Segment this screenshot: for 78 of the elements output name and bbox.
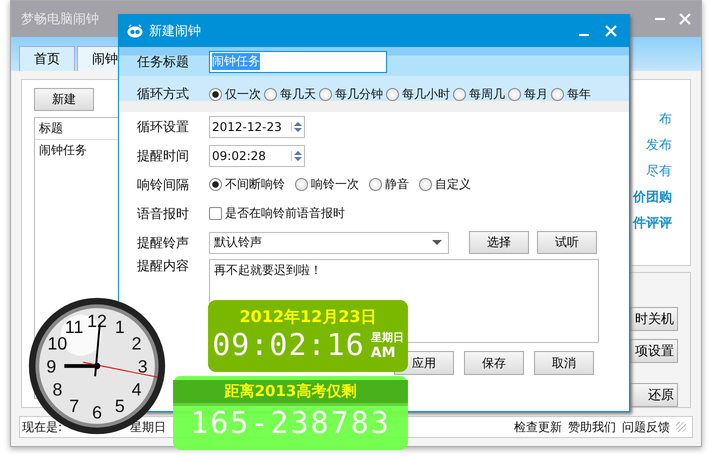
- radio-option[interactable]: 每年: [551, 86, 591, 102]
- clock-numeral: 9: [46, 356, 56, 377]
- radio-option[interactable]: 每几分钟: [319, 86, 383, 102]
- clock-numeral: 3: [138, 356, 148, 377]
- link[interactable]: 件评评: [633, 214, 672, 232]
- status-link[interactable]: 问题反馈: [622, 418, 670, 436]
- field-label: 提醒铃声: [137, 234, 190, 252]
- field-label: 任务标题: [137, 54, 190, 70]
- field-label: 语音报时: [137, 206, 190, 222]
- selected-text: 闹钟任务: [212, 53, 260, 70]
- dialog-button[interactable]: 取消: [534, 351, 594, 375]
- radio-icon[interactable]: [453, 88, 466, 100]
- clock-numeral: 6: [92, 402, 102, 422]
- ringtone-button[interactable]: 试听: [537, 231, 597, 254]
- field-label: 提醒内容: [137, 258, 190, 275]
- spin-arrows-icon[interactable]: [291, 150, 304, 160]
- radio-icon[interactable]: [419, 178, 432, 191]
- radio-option[interactable]: 静音: [369, 176, 409, 193]
- radio-option[interactable]: 每几小时: [386, 86, 450, 102]
- countdown-value: 165-238783: [190, 406, 391, 441]
- clock-numeral: 4: [132, 379, 142, 400]
- widget-date: 2012年12月23日: [239, 307, 377, 328]
- countdown-title: 距离2013高考仅剩: [173, 380, 408, 406]
- window-title: 梦畅电脑闹钟: [21, 11, 100, 28]
- dialog-title: 新建闹钟: [149, 23, 201, 40]
- radio-icon[interactable]: [295, 178, 308, 191]
- tool-button[interactable]: 时关机: [630, 307, 678, 331]
- link[interactable]: 尽有: [646, 162, 672, 180]
- link[interactable]: 发布: [646, 136, 672, 154]
- time-spinner[interactable]: 09:02:28: [209, 144, 305, 166]
- status-date: 现在是:: [22, 418, 62, 436]
- spin-arrows-icon[interactable]: [291, 122, 304, 132]
- radio-icon[interactable]: [508, 88, 521, 100]
- owl-icon: [127, 24, 143, 38]
- clock-numeral: 7: [69, 396, 80, 416]
- widget-weekday: 星期日: [370, 330, 404, 345]
- dialog-button[interactable]: 保存: [464, 351, 524, 375]
- date-spinner[interactable]: 2012-12-23: [209, 116, 305, 138]
- field-label: 循环设置: [137, 118, 190, 136]
- tool-button[interactable]: 项设置: [630, 339, 678, 363]
- clock-numeral: 5: [114, 396, 125, 416]
- radio-option[interactable]: 自定义: [419, 176, 471, 193]
- radio-icon[interactable]: [319, 88, 332, 100]
- tab[interactable]: 首页: [19, 46, 75, 71]
- close-icon[interactable]: [605, 25, 617, 37]
- clock-numeral: 2: [132, 334, 142, 354]
- field-label: 响铃间隔: [137, 176, 190, 194]
- field-label: 循环方式: [137, 86, 190, 103]
- ringtone-button[interactable]: 选择: [469, 231, 529, 254]
- resize-grip-icon[interactable]: [676, 422, 686, 432]
- radio-option[interactable]: 不间断响铃: [209, 176, 285, 193]
- widget-ampm: AM: [370, 345, 397, 361]
- radio-option[interactable]: 每月: [508, 86, 548, 102]
- checkbox[interactable]: [209, 207, 222, 220]
- radio-icon[interactable]: [386, 88, 399, 100]
- ringtone-dropdown[interactable]: 默认铃声: [209, 232, 449, 254]
- close-icon[interactable]: [679, 13, 691, 25]
- checkbox-option[interactable]: 是否在响铃前语音报时: [209, 205, 345, 222]
- radio-option[interactable]: 响铃一次: [295, 176, 359, 193]
- radio-icon[interactable]: [209, 88, 222, 100]
- field-label: 提醒时间: [137, 148, 190, 164]
- radio-icon[interactable]: [369, 178, 382, 191]
- radio-option[interactable]: 仅一次: [209, 86, 261, 102]
- link[interactable]: 价团购: [633, 188, 672, 206]
- status-link[interactable]: 赞助我们: [568, 418, 616, 436]
- tool-button[interactable]: 还原: [630, 383, 678, 407]
- radio-icon[interactable]: [551, 88, 564, 100]
- radio-option[interactable]: 每周几: [453, 86, 505, 102]
- clock-numeral: 10: [48, 334, 68, 354]
- clock-numeral: 1: [114, 316, 125, 337]
- radio-icon[interactable]: [264, 88, 277, 100]
- clock-numeral: 8: [52, 379, 62, 400]
- status-link[interactable]: 检查更新: [514, 418, 562, 436]
- link[interactable]: 布: [659, 110, 672, 128]
- radio-icon[interactable]: [209, 178, 222, 191]
- radio-option[interactable]: 每几天: [264, 86, 316, 102]
- clock-numeral: 11: [64, 316, 84, 337]
- new-button[interactable]: 新建: [34, 88, 94, 111]
